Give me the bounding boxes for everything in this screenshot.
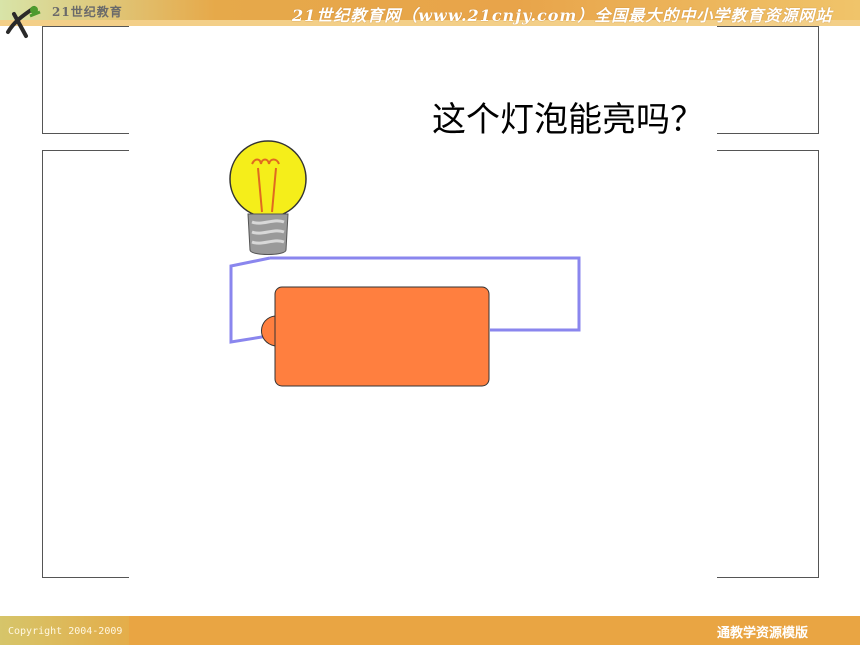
circuit-diagram xyxy=(229,140,581,387)
copyright-text: Copyright 2004-2009 xyxy=(8,626,123,637)
battery-icon xyxy=(261,286,490,387)
footer-template-label: 通教学资源模版 xyxy=(717,626,809,641)
light-bulb-icon xyxy=(229,140,307,255)
